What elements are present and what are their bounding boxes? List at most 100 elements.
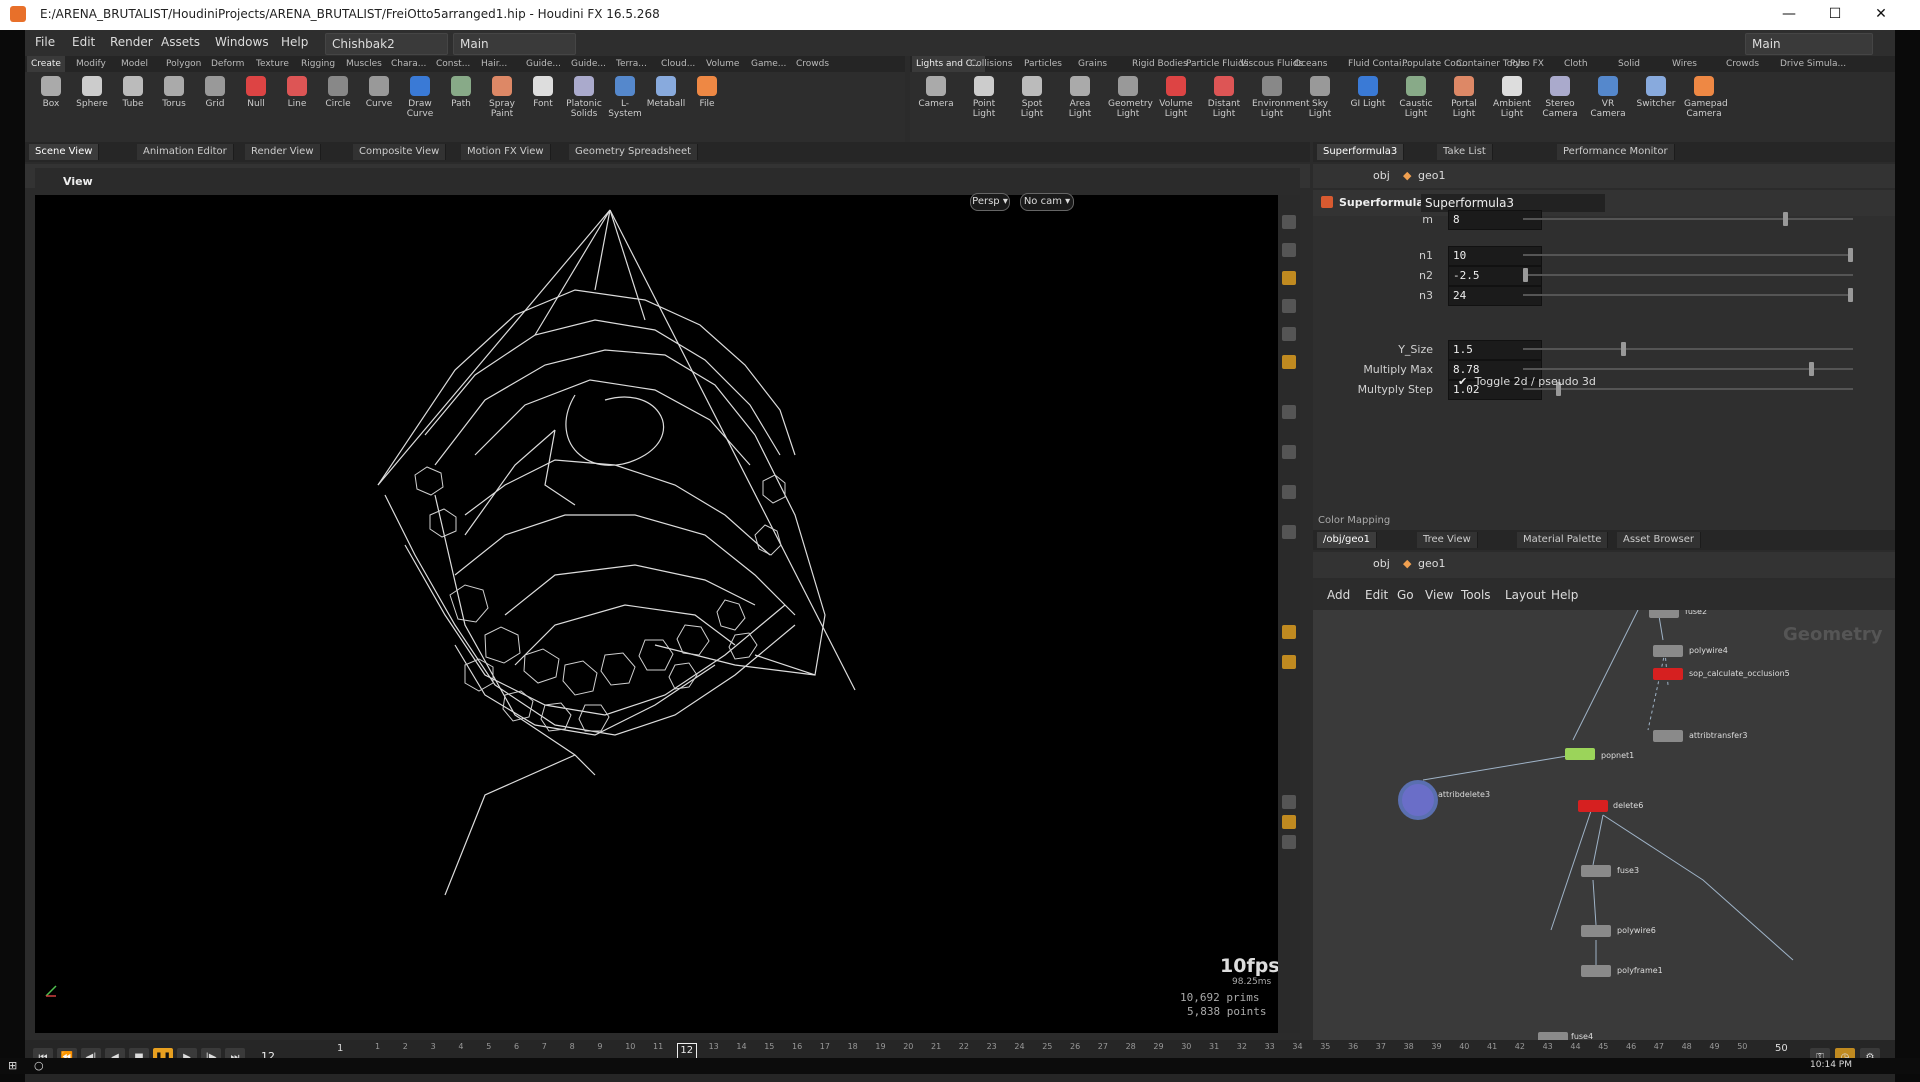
minimize-button[interactable]: — [1766, 0, 1812, 30]
network-editor[interactable]: Geometry fuse2 polywire4 sop_calculate_o… [1313, 610, 1895, 1040]
render-region-icon[interactable] [1282, 655, 1296, 669]
camera-view-icon[interactable] [1282, 625, 1296, 639]
parameter-value-field[interactable]: 1.5 [1448, 340, 1542, 360]
path-obj-right[interactable]: obj [1373, 167, 1390, 185]
shelf-tab[interactable]: Cloth [1560, 56, 1592, 72]
snapshot-icon[interactable] [1282, 835, 1296, 849]
node-delete6[interactable] [1578, 800, 1608, 812]
parameter-value-field[interactable]: 10 [1448, 246, 1542, 266]
menu-edit[interactable]: Edit [72, 35, 95, 49]
range-end[interactable]: 50 [1775, 1043, 1788, 1054]
menu-assets[interactable]: Assets [161, 35, 200, 49]
shelf-tool[interactable]: Volume Light [1156, 74, 1196, 134]
parameter-value-field[interactable]: 8 [1448, 210, 1542, 230]
shelf-tool[interactable]: Curve [359, 74, 399, 134]
parameter-value-field[interactable]: 24 [1448, 286, 1542, 306]
shading-icon[interactable] [1282, 271, 1296, 285]
shelf-tab[interactable]: Const... [432, 56, 474, 72]
parameter-slider[interactable] [1523, 248, 1853, 262]
network-menu-item[interactable]: Add [1327, 588, 1350, 602]
path-geo-right[interactable]: geo1 [1418, 167, 1445, 185]
normal-display-icon[interactable] [1282, 445, 1296, 459]
shelf-tool[interactable]: Spot Light [1012, 74, 1052, 134]
shelf-tool[interactable]: Metaball [646, 74, 686, 134]
shelf-tab[interactable]: Rigging [297, 56, 339, 72]
vector-icon[interactable] [1282, 525, 1296, 539]
shelf-tab[interactable]: Chara... [387, 56, 430, 72]
pane-tab[interactable]: Performance Monitor [1557, 144, 1675, 160]
pane-tab[interactable]: Geometry Spreadsheet [569, 144, 699, 160]
slider-handle[interactable] [1523, 268, 1528, 282]
pane-tab[interactable]: Asset Browser [1617, 532, 1702, 548]
network-menu-item[interactable]: Tools [1461, 588, 1491, 602]
shelf-tool[interactable]: Sky Light [1300, 74, 1340, 134]
shelf-tab[interactable]: Collisions [966, 56, 1016, 72]
slider-handle[interactable] [1809, 362, 1814, 376]
pane-tab[interactable]: Animation Editor [137, 144, 234, 160]
shelf-tab[interactable]: Model [117, 56, 152, 72]
node-fuse2[interactable] [1649, 610, 1679, 618]
parameter-slider[interactable] [1523, 212, 1853, 226]
shelf-tool[interactable]: L-System [605, 74, 645, 134]
point-display-icon[interactable] [1282, 405, 1296, 419]
pane-tab[interactable]: Take List [1437, 144, 1493, 160]
parameter-slider[interactable] [1523, 268, 1853, 282]
parameter-slider[interactable] [1523, 288, 1853, 302]
node-polywire4[interactable] [1653, 645, 1683, 657]
perspective-menu[interactable]: Persp ▾ [970, 193, 1010, 211]
shelf-tool[interactable]: Environment Light [1252, 74, 1309, 134]
shelf-tab[interactable]: Solid [1614, 56, 1644, 72]
range-start[interactable]: 1 [337, 1043, 343, 1054]
menu-file[interactable]: File [35, 35, 55, 49]
pin-icon[interactable] [1282, 327, 1296, 341]
shelf-tab[interactable]: Polygon [162, 56, 205, 72]
shelf-tool[interactable]: Area Light [1060, 74, 1100, 134]
shelf-tab[interactable]: Cloud... [657, 56, 699, 72]
shelf-tab[interactable]: Create [27, 56, 65, 72]
scene-viewport[interactable]: Persp ▾ No cam ▾ 10fps 98.25ms 10,692 pr… [35, 193, 1300, 1033]
pane-tab[interactable]: Motion FX View [461, 144, 551, 160]
slider-handle[interactable] [1620, 342, 1626, 356]
lock-icon[interactable] [1282, 243, 1296, 257]
slider-handle[interactable] [1783, 212, 1788, 226]
node-popnet1[interactable] [1565, 748, 1595, 760]
pane-tab[interactable]: /obj/geo1 [1317, 532, 1377, 548]
shelf-tab[interactable]: Wires [1668, 56, 1701, 72]
pane-tab[interactable]: Material Palette [1517, 532, 1609, 548]
parameter-slider[interactable] [1523, 342, 1853, 356]
pane-tab[interactable]: Scene View [29, 144, 100, 160]
network-menu-item[interactable]: Go [1397, 588, 1414, 602]
display-option-icon[interactable] [1282, 215, 1296, 229]
pane-tab[interactable]: Tree View [1417, 532, 1478, 548]
net-path-geo[interactable]: geo1 [1418, 555, 1445, 573]
main-runlevel-selector[interactable]: Main [1745, 33, 1873, 55]
shelf-tool[interactable]: Tube [113, 74, 153, 134]
shelf-tool[interactable]: Point Light [964, 74, 1004, 134]
shelf-tool[interactable]: Null [236, 74, 276, 134]
node-fuse4[interactable] [1538, 1032, 1568, 1040]
node-polywire6[interactable] [1581, 925, 1611, 937]
network-menu-item[interactable]: View [1425, 588, 1453, 602]
parameter-slider[interactable] [1523, 362, 1853, 376]
slider-handle[interactable] [1848, 248, 1853, 262]
shelf-tab[interactable]: Oceans [1290, 56, 1331, 72]
shelf-tab[interactable]: Pyro FX [1506, 56, 1548, 72]
shelf-tool[interactable]: Stereo Camera [1540, 74, 1580, 134]
color-mapping-section[interactable]: Color Mapping [1318, 515, 1390, 526]
search-icon[interactable]: ○ [34, 1059, 44, 1072]
shelf-tab[interactable]: Drive Simula... [1776, 56, 1850, 72]
shelf-tool[interactable]: Circle [318, 74, 358, 134]
shelf-tool[interactable]: Geometry Light [1108, 74, 1153, 134]
shelf-tab[interactable]: Particles [1020, 56, 1066, 72]
shelf-tool[interactable]: Portal Light [1444, 74, 1484, 134]
node-attribdelete3[interactable] [1398, 780, 1438, 820]
shelf-tool[interactable]: Torus [154, 74, 194, 134]
shelf-tool[interactable]: Distant Light [1204, 74, 1244, 134]
shelf-tab[interactable]: Hair... [477, 56, 511, 72]
node-sop-calculate-occlusion5[interactable] [1653, 668, 1683, 680]
shelf-tool[interactable]: Gamepad Camera [1684, 74, 1728, 134]
main-desktop-selector[interactable]: Main [453, 33, 576, 55]
shelf-tool[interactable]: Caustic Light [1396, 74, 1436, 134]
shelf-tab[interactable]: Modify [72, 56, 110, 72]
slider-handle[interactable] [1848, 288, 1853, 302]
